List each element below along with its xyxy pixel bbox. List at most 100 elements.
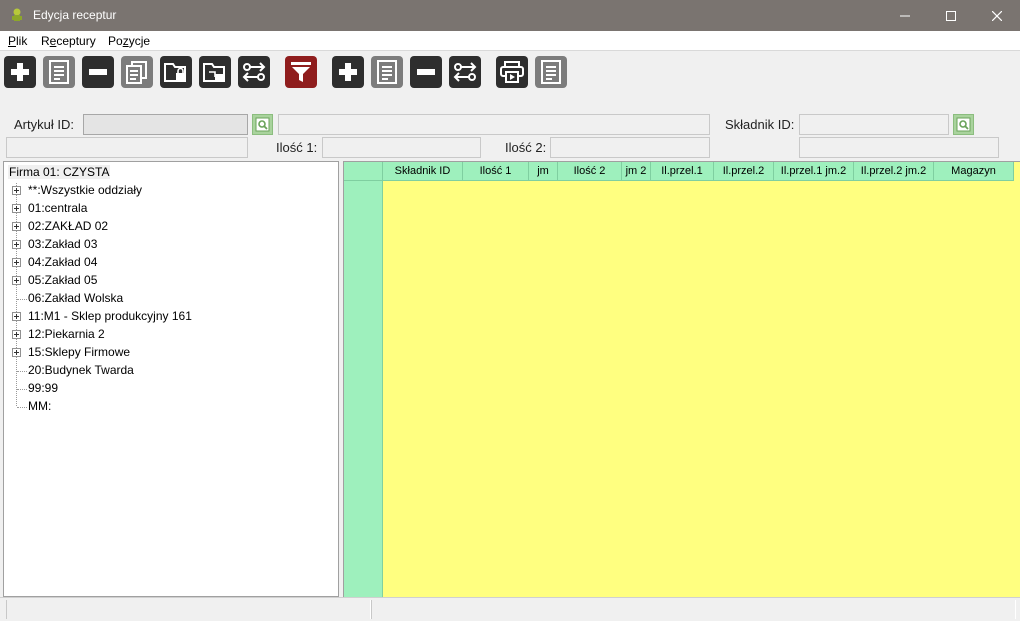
status-panel-2 (371, 600, 1016, 619)
swap-item-button[interactable] (449, 56, 481, 88)
app-icon (12, 8, 22, 21)
remove-icon (417, 69, 435, 75)
report-icon (541, 60, 561, 84)
tree-item[interactable]: 20:Budynek Twarda (28, 363, 134, 381)
status-panel-1 (6, 600, 371, 619)
tree-connector (17, 371, 27, 372)
tree-expand-icon[interactable] (12, 330, 21, 339)
remove-item-button[interactable] (410, 56, 442, 88)
grid-column-header[interactable]: Magazyn (934, 162, 1014, 181)
artykul-id-label: Artykuł ID: (14, 117, 74, 132)
grid-corner-cell (344, 162, 383, 181)
lock-folder-button[interactable] (160, 56, 192, 88)
tree-expand-icon[interactable] (12, 186, 21, 195)
artykul-id-input[interactable] (84, 115, 247, 134)
edit-icon (49, 60, 69, 84)
ingredients-grid[interactable]: Składnik ID Ilość 1 jm Ilość 2 jm 2 Il.przel.… (343, 161, 1020, 597)
skladnik-id-label: Składnik ID: (725, 117, 795, 132)
grid-column-header[interactable]: Ilość 2 (558, 162, 622, 181)
artykul-search-button[interactable] (252, 114, 273, 135)
tree-item[interactable]: **:Wszystkie oddziały (28, 183, 142, 201)
tree-item[interactable]: 01:centrala (28, 201, 87, 219)
menu-pozycje[interactable]: Pozycje (108, 34, 150, 48)
tree-expand-icon[interactable] (12, 204, 21, 213)
grid-column-header[interactable]: Składnik ID (383, 162, 463, 181)
skladnik-search-button[interactable] (953, 114, 974, 135)
department-tree[interactable]: Firma 01: CZYSTA **:Wszystkie oddziały 01… (3, 161, 339, 597)
minimize-button[interactable] (882, 0, 928, 31)
artykul-name-field (278, 114, 710, 135)
copy-recipe-button[interactable] (121, 56, 153, 88)
tree-item[interactable]: 11:M1 - Sklep produkcyjny 161 (28, 309, 192, 327)
window-title: Edycja receptur (33, 8, 117, 22)
remove-icon (89, 69, 107, 75)
status-bar (0, 597, 1020, 621)
add-icon (339, 63, 357, 81)
lock-folder-alt-button[interactable] (199, 56, 231, 88)
ilosc2-field[interactable] (550, 137, 710, 158)
title-bar: Edycja receptur (0, 0, 1020, 31)
grid-column-header[interactable]: jm (529, 162, 558, 181)
tree-item[interactable]: 99:99 (28, 381, 58, 399)
tree-expand-icon[interactable] (12, 276, 21, 285)
ilosc1-field[interactable] (322, 137, 481, 158)
tree-expand-icon[interactable] (12, 258, 21, 267)
maximize-button[interactable] (928, 0, 974, 31)
ilosc1-input[interactable] (323, 138, 480, 157)
grid-column-header[interactable]: Ilość 1 (463, 162, 529, 181)
tree-item[interactable]: 05:Zakład 05 (28, 273, 97, 291)
grid-column-header[interactable]: Il.przel.2 (714, 162, 774, 181)
tree-item[interactable]: 12:Piekarnia 2 (28, 327, 105, 345)
close-button[interactable] (974, 0, 1020, 31)
tree-expand-icon[interactable] (12, 240, 21, 249)
menu-plik[interactable]: Plik (8, 34, 27, 48)
ilosc2-input[interactable] (551, 138, 709, 157)
ilosc1-label: Ilość 1: (276, 140, 318, 155)
tree-expand-icon[interactable] (12, 222, 21, 231)
print-button[interactable] (496, 56, 528, 88)
skladnik-id-field[interactable] (799, 114, 949, 135)
tree-connector (17, 389, 27, 390)
skladnik-id-input[interactable] (800, 115, 948, 134)
edit-item-button[interactable] (371, 56, 403, 88)
tree-root[interactable]: Firma 01: CZYSTA (8, 165, 111, 179)
tree-item[interactable]: 06:Zakład Wolska (28, 291, 123, 309)
swap-icon (453, 62, 477, 82)
add-icon (11, 63, 29, 81)
menu-bar: Plik Receptury Pozycje (0, 31, 1020, 51)
remove-recipe-button[interactable] (82, 56, 114, 88)
tree-item[interactable]: 04:Zakład 04 (28, 255, 97, 273)
grid-column-header[interactable]: Il.przel.1 (651, 162, 714, 181)
tree-connector (17, 299, 27, 300)
tree-connector (17, 407, 27, 408)
search-icon (956, 117, 971, 132)
maximize-icon (946, 10, 956, 21)
tree-item[interactable]: 02:ZAKŁAD 02 (28, 219, 108, 237)
grid-column-header[interactable]: Il.przel.2 jm.2 (854, 162, 934, 181)
tree-expand-icon[interactable] (12, 312, 21, 321)
menu-receptury[interactable]: Receptury (41, 34, 96, 48)
tree-expand-icon[interactable] (12, 348, 21, 357)
add-item-button[interactable] (332, 56, 364, 88)
add-recipe-button[interactable] (4, 56, 36, 88)
close-icon (992, 10, 1002, 21)
artykul-id-field[interactable] (83, 114, 248, 135)
lock-folder-alt-icon (203, 63, 225, 82)
report-button[interactable] (535, 56, 567, 88)
edit-recipe-button[interactable] (43, 56, 75, 88)
filter-icon (291, 62, 311, 82)
ilosc2-label: Ilość 2: (505, 140, 547, 155)
filter-button[interactable] (285, 56, 317, 88)
grid-column-header[interactable]: Il.przel.1 jm.2 (774, 162, 854, 181)
tree-item[interactable]: 15:Sklepy Firmowe (28, 345, 130, 363)
tree-item[interactable]: MM: (28, 399, 51, 417)
skladnik-name-input (800, 138, 998, 157)
artykul-name-input (279, 115, 709, 134)
swap-button[interactable] (238, 56, 270, 88)
grid-row-header (344, 162, 383, 597)
grid-column-header[interactable]: jm 2 (622, 162, 651, 181)
minimize-icon (900, 15, 910, 16)
copy-icon (126, 61, 147, 84)
tree-item[interactable]: 03:Zakład 03 (28, 237, 97, 255)
skladnik-name-field (799, 137, 999, 158)
